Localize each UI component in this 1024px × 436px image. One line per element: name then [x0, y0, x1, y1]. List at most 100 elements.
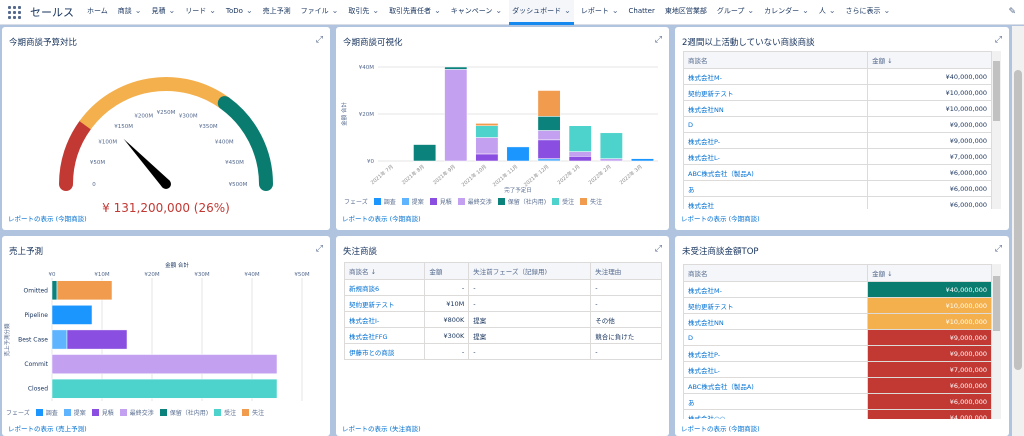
page-scrollbar-thumb[interactable]: [1014, 70, 1022, 370]
nav-tab-9[interactable]: キャンペーン ⌄: [448, 0, 505, 25]
bar-segment[interactable]: [475, 125, 499, 138]
view-report-link[interactable]: レポートの表示 (今期商談): [342, 213, 421, 223]
opportunity-link[interactable]: 株式会社: [683, 196, 869, 209]
nav-tab-3[interactable]: リード ⌄: [182, 0, 219, 25]
bar-segment[interactable]: [568, 151, 592, 157]
nav-tab-6[interactable]: ファイル ⌄: [298, 0, 342, 25]
view-report-link[interactable]: レポートの表示 (今期商談): [681, 423, 760, 433]
bar-segment[interactable]: [56, 280, 113, 301]
chevron-down-icon[interactable]: ⌄: [135, 6, 142, 15]
view-report-link[interactable]: レポートの表示 (売上予測): [8, 423, 87, 433]
nav-tab-12[interactable]: Chatter: [626, 0, 658, 25]
bar-segment[interactable]: [51, 280, 58, 301]
nav-tab-7[interactable]: 取引先 ⌄: [345, 0, 382, 25]
bar-segment[interactable]: [537, 139, 561, 159]
column-header[interactable]: 商談名: [683, 264, 869, 282]
opportunity-link[interactable]: 契約更新テスト: [683, 84, 869, 101]
opportunity-link[interactable]: 契約更新テスト: [343, 295, 426, 312]
expand-icon[interactable]: ⤢: [995, 244, 1002, 254]
bar-segment[interactable]: [444, 69, 468, 162]
bar-segment[interactable]: [475, 153, 499, 162]
view-report-link[interactable]: レポートの表示 (失注商談): [342, 423, 421, 433]
column-header[interactable]: 金額 ↓: [867, 51, 992, 69]
nav-tab-5[interactable]: 売上予測: [260, 0, 294, 25]
nav-tab-8[interactable]: 取引先責任者 ⌄: [386, 0, 444, 25]
bar-segment[interactable]: [537, 158, 561, 162]
view-report-link[interactable]: レポートの表示 (今期商談): [681, 213, 760, 223]
nav-tab-4[interactable]: ToDo ⌄: [223, 0, 256, 25]
nav-tab-13[interactable]: 東地区営業部: [662, 0, 710, 25]
opportunity-link[interactable]: 株式会社M-: [683, 281, 869, 298]
chevron-down-icon[interactable]: ⌄: [434, 6, 441, 15]
bar-segment[interactable]: [599, 132, 623, 159]
expand-icon[interactable]: ⤢: [995, 35, 1002, 45]
opportunity-link[interactable]: あ: [683, 393, 869, 410]
opportunity-link[interactable]: ABC株式会社（製品A): [683, 164, 869, 181]
column-header[interactable]: 金額: [424, 262, 470, 280]
bar-segment[interactable]: [630, 158, 654, 162]
bar-segment[interactable]: [51, 378, 278, 399]
opportunity-link[interactable]: 株式会社P-: [683, 132, 869, 149]
chevron-down-icon[interactable]: ⌄: [884, 6, 891, 15]
opportunity-link[interactable]: 株式会社NN: [683, 100, 869, 117]
bar-segment[interactable]: [506, 146, 530, 162]
opportunity-link[interactable]: 契約更新テスト: [683, 297, 869, 314]
bar-segment[interactable]: [475, 123, 499, 127]
nav-tab-14[interactable]: グループ ⌄: [714, 0, 757, 25]
bar-segment[interactable]: [537, 130, 561, 141]
expand-icon[interactable]: ⤢: [655, 244, 662, 254]
chevron-down-icon[interactable]: ⌄: [169, 6, 176, 15]
opportunity-link[interactable]: D: [683, 329, 869, 346]
nav-tab-0[interactable]: ホーム: [84, 0, 111, 25]
nav-tab-2[interactable]: 見積 ⌄: [149, 0, 179, 25]
bar-segment[interactable]: [66, 329, 128, 350]
expand-icon[interactable]: ⤢: [316, 244, 323, 254]
opportunity-link[interactable]: 新規商談6: [343, 279, 426, 296]
bar-segment[interactable]: [475, 137, 499, 155]
chevron-down-icon[interactable]: ⌄: [246, 6, 253, 15]
chevron-down-icon[interactable]: ⌄: [564, 6, 571, 15]
expand-icon[interactable]: ⤢: [655, 35, 662, 45]
bar-segment[interactable]: [51, 305, 93, 325]
nav-tab-1[interactable]: 商談 ⌄: [115, 0, 145, 25]
bar-segment[interactable]: [568, 156, 592, 162]
scrollbar-thumb[interactable]: [993, 276, 1000, 331]
opportunity-link[interactable]: 株式会社FFG: [343, 327, 426, 344]
opportunity-link[interactable]: ABC株式会社（製品A): [683, 377, 869, 394]
chevron-down-icon[interactable]: ⌄: [829, 6, 836, 15]
chevron-down-icon[interactable]: ⌄: [802, 6, 809, 15]
bar-segment[interactable]: [51, 329, 68, 350]
opportunity-link[interactable]: 株式会社M-: [683, 68, 869, 85]
bar-segment[interactable]: [599, 158, 623, 162]
expand-icon[interactable]: ⤢: [316, 35, 323, 45]
bar-segment[interactable]: [568, 125, 592, 152]
nav-tab-15[interactable]: カレンダー ⌄: [761, 0, 812, 25]
opportunity-link[interactable]: 株式会社○○: [683, 409, 869, 419]
nav-tab-10[interactable]: ダッシュボード ⌄: [509, 0, 574, 25]
bar-segment[interactable]: [537, 90, 561, 117]
pencil-icon[interactable]: ✎: [1008, 7, 1016, 17]
column-header[interactable]: 商談名: [683, 51, 869, 69]
chevron-down-icon[interactable]: ⌄: [209, 6, 216, 15]
opportunity-link[interactable]: あ: [683, 180, 869, 197]
nav-tab-16[interactable]: 人 ⌄: [816, 0, 839, 25]
nav-tab-11[interactable]: レポート ⌄: [578, 0, 622, 25]
opportunity-link[interactable]: 株式会社I-: [343, 311, 426, 328]
column-header[interactable]: 金額 ↓: [867, 264, 992, 282]
chevron-down-icon[interactable]: ⌄: [495, 6, 502, 15]
scrollbar-thumb[interactable]: [993, 61, 1000, 121]
column-header[interactable]: 失注理由: [590, 262, 662, 280]
opportunity-link[interactable]: 伊藤市との商談: [343, 343, 426, 360]
chevron-down-icon[interactable]: ⌄: [747, 6, 754, 15]
view-report-link[interactable]: レポートの表示 (今期商談): [8, 213, 87, 223]
column-header[interactable]: 失注前フェーズ（記録用): [468, 262, 592, 280]
chevron-down-icon[interactable]: ⌄: [372, 6, 379, 15]
bar-segment[interactable]: [413, 144, 437, 162]
opportunity-link[interactable]: 株式会社NN: [683, 313, 869, 330]
app-launcher-icon[interactable]: [6, 4, 22, 20]
opportunity-link[interactable]: 株式会社P-: [683, 345, 869, 362]
chevron-down-icon[interactable]: ⌄: [612, 6, 619, 15]
opportunity-link[interactable]: D: [683, 116, 869, 133]
bar-segment[interactable]: [51, 354, 278, 374]
bar-segment[interactable]: [537, 116, 561, 131]
